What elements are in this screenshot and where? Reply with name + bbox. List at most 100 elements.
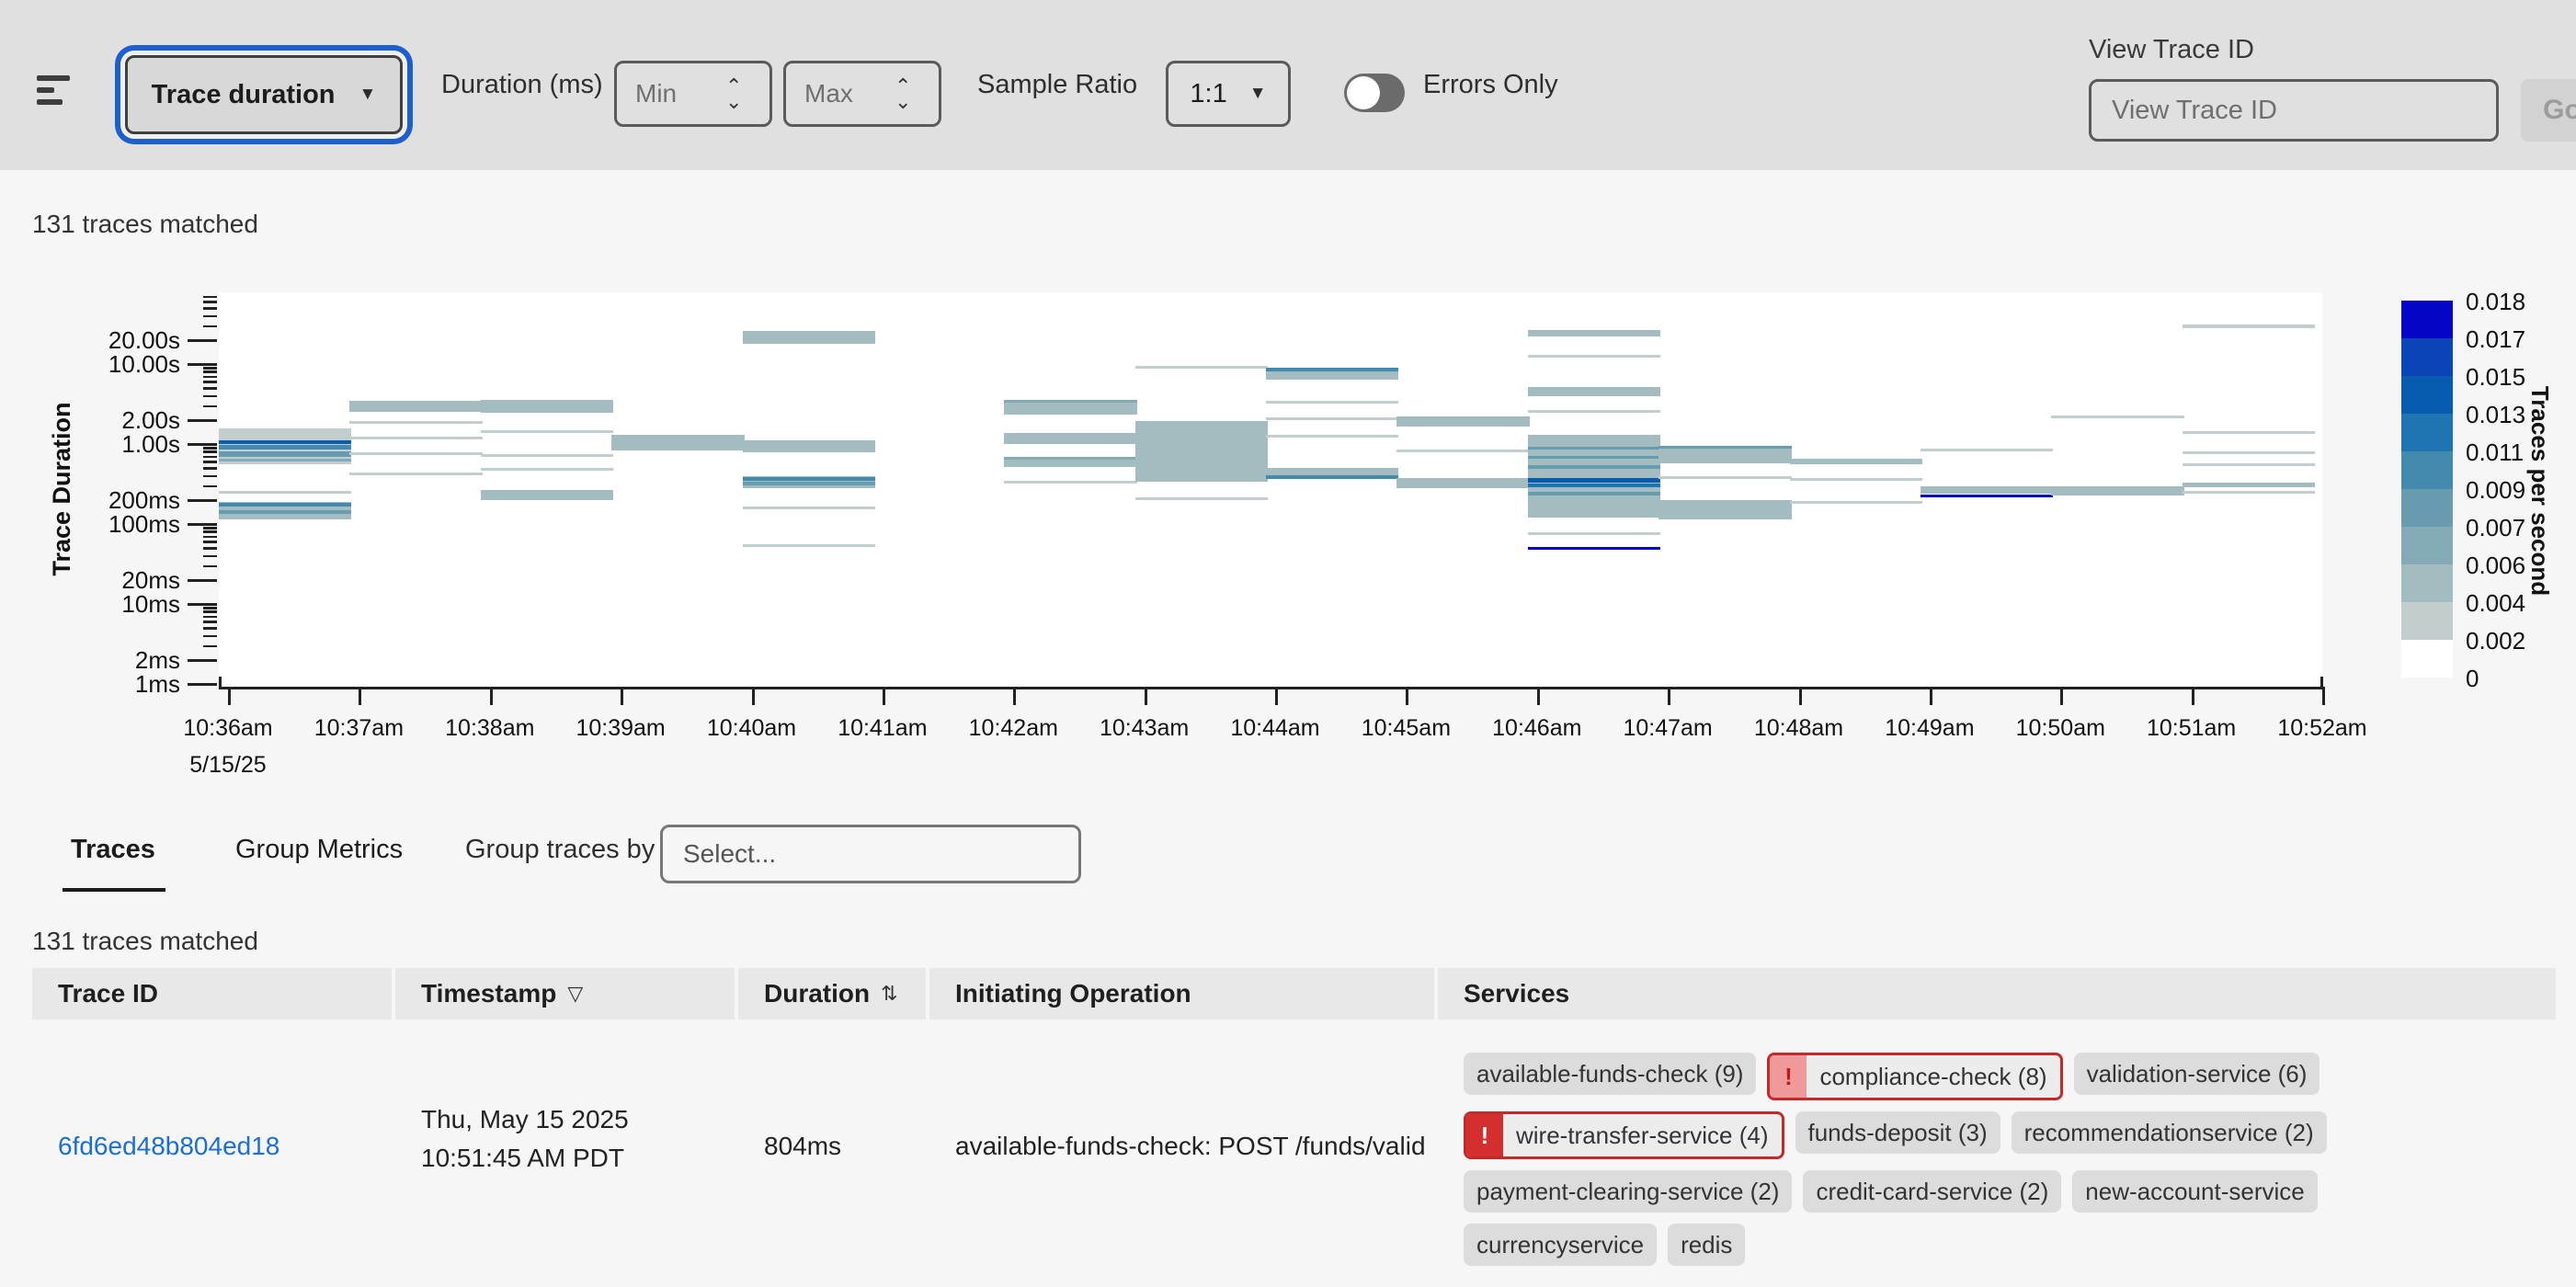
heatmap-cell[interactable]: [1135, 497, 1268, 500]
tab-group-metrics[interactable]: Group Metrics: [235, 835, 403, 865]
service-chip[interactable]: credit-card-service (2): [1803, 1170, 2061, 1213]
heatmap-cell[interactable]: [743, 331, 875, 344]
heatmap-cell[interactable]: [2183, 451, 2315, 454]
sort-both-icon[interactable]: ⇅: [881, 968, 897, 1019]
heatmap-cell[interactable]: [1528, 532, 1660, 535]
heatmap-cell[interactable]: [2183, 483, 2315, 487]
heatmap-cell[interactable]: [1528, 410, 1660, 413]
heatmap-cell[interactable]: [1528, 492, 1660, 495]
service-chip[interactable]: payment-clearing-service (2): [1464, 1170, 1792, 1213]
heatmap-cell[interactable]: [743, 440, 875, 452]
heatmap-cell[interactable]: [1528, 447, 1660, 450]
heatmap-cell[interactable]: [1790, 501, 1922, 504]
service-chip[interactable]: redis: [1668, 1224, 1745, 1266]
heatmap-cell[interactable]: [2051, 486, 2183, 496]
heatmap-cell[interactable]: [481, 430, 613, 433]
heatmap-cell[interactable]: [611, 435, 744, 450]
duration-max-input[interactable]: [786, 78, 895, 109]
max-stepper-arrows[interactable]: ⌃ ⌄: [895, 78, 911, 109]
heatmap-cell[interactable]: [2051, 416, 2183, 418]
heatmap-cell[interactable]: [219, 503, 351, 507]
heatmap-cell[interactable]: [219, 451, 351, 457]
heatmap-cell[interactable]: [349, 452, 482, 455]
heatmap-cell[interactable]: [1658, 500, 1791, 519]
heatmap-cell[interactable]: [1266, 401, 1398, 404]
filter-menu-icon[interactable]: [37, 75, 74, 108]
heatmap-cell[interactable]: [1528, 387, 1660, 396]
heatmap-cell[interactable]: [743, 477, 875, 481]
min-stepper-arrows[interactable]: ⌃ ⌄: [725, 78, 742, 109]
heatmap-cell[interactable]: [481, 468, 613, 471]
heatmap-cell[interactable]: [349, 437, 482, 439]
service-chip[interactable]: recommendationservice (2): [2012, 1111, 2327, 1154]
heatmap-cell[interactable]: [1921, 495, 2053, 497]
heatmap-cell[interactable]: [1528, 478, 1660, 483]
heatmap-cell[interactable]: [2183, 431, 2315, 434]
heatmap-cell[interactable]: [349, 473, 482, 475]
heatmap-cell[interactable]: [743, 482, 875, 485]
service-chip[interactable]: currencyservice: [1464, 1224, 1657, 1266]
duration-min-input[interactable]: [617, 78, 725, 109]
heatmap-cell[interactable]: [1528, 484, 1660, 487]
heatmap-cell[interactable]: [219, 459, 351, 462]
heatmap-cell[interactable]: [481, 400, 613, 414]
col-header-duration[interactable]: Duration ⇅: [738, 968, 926, 1019]
heatmap-cell[interactable]: [1528, 547, 1660, 550]
sample-ratio-dropdown[interactable]: 1:1 ▼: [1166, 61, 1291, 127]
heatmap-cell[interactable]: [2183, 463, 2315, 466]
heatmap-cell[interactable]: [219, 491, 351, 494]
trace-id-link[interactable]: 6fd6ed48b804ed18: [58, 1132, 279, 1161]
view-trace-id-input[interactable]: [2089, 79, 2499, 142]
col-header-timestamp[interactable]: Timestamp ▽: [395, 968, 735, 1019]
heatmap-cell[interactable]: [743, 507, 875, 509]
heatmap-cell[interactable]: [743, 544, 875, 548]
heatmap-cell[interactable]: [1790, 478, 1922, 481]
heatmap-cell[interactable]: [1396, 416, 1529, 427]
service-chip[interactable]: new-account-service: [2072, 1170, 2317, 1213]
heatmap-cell[interactable]: [349, 421, 482, 424]
heatmap-cell[interactable]: [1528, 465, 1660, 469]
heatmap-cell[interactable]: [1396, 478, 1529, 488]
heatmap-cell[interactable]: [1528, 355, 1660, 358]
heatmap-cell[interactable]: [481, 454, 613, 457]
service-chip[interactable]: validation-service (6): [2074, 1053, 2320, 1095]
sort-desc-icon[interactable]: ▽: [567, 968, 583, 1019]
heatmap-cell[interactable]: [1004, 433, 1136, 444]
service-chip[interactable]: funds-deposit (3): [1795, 1111, 2000, 1154]
heatmap-cell[interactable]: [2183, 491, 2315, 494]
heatmap-cell[interactable]: [481, 490, 613, 500]
heatmap-cell[interactable]: [1658, 476, 1791, 479]
errors-only-toggle[interactable]: [1344, 74, 1405, 112]
service-chip[interactable]: available-funds-check (9): [1464, 1053, 1756, 1095]
heatmap-cell[interactable]: [1921, 486, 2053, 494]
heatmap-cell[interactable]: [1528, 456, 1660, 459]
query-type-dropdown[interactable]: Trace duration ▼: [125, 55, 403, 134]
heatmap-cell[interactable]: [219, 510, 351, 514]
heatmap-cell[interactable]: [1266, 468, 1398, 475]
heatmap-cells-layer[interactable]: [219, 292, 2322, 687]
heatmap-cell[interactable]: [219, 440, 351, 444]
col-header-services[interactable]: Services: [1438, 968, 2556, 1019]
heatmap-cell[interactable]: [349, 401, 482, 413]
service-chip[interactable]: !compliance-check (8): [1767, 1053, 2062, 1100]
heatmap-cell[interactable]: [2183, 325, 2315, 328]
service-chip[interactable]: !wire-transfer-service (4): [1464, 1111, 1784, 1159]
go-button[interactable]: Go: [2521, 79, 2576, 142]
heatmap-cell[interactable]: [1266, 435, 1398, 438]
col-header-initiating-operation[interactable]: Initiating Operation: [929, 968, 1434, 1019]
heatmap-cell[interactable]: [1266, 371, 1398, 380]
heatmap-cell[interactable]: [1266, 475, 1398, 478]
col-header-trace-id[interactable]: Trace ID: [32, 968, 392, 1019]
heatmap-cell[interactable]: [1921, 449, 2053, 451]
heatmap-cell[interactable]: [1004, 481, 1136, 484]
tab-traces[interactable]: Traces: [71, 835, 155, 865]
heatmap-cell[interactable]: [1135, 366, 1268, 369]
heatmap-cell[interactable]: [1396, 450, 1529, 452]
heatmap-cell[interactable]: [219, 445, 351, 450]
heatmap-cell[interactable]: [1658, 449, 1791, 463]
heatmap-cell[interactable]: [1135, 421, 1268, 482]
heatmap-cell[interactable]: [1266, 417, 1398, 420]
group-by-select[interactable]: [660, 825, 1081, 883]
heatmap-cell[interactable]: [1004, 457, 1136, 460]
heatmap-cell[interactable]: [1528, 330, 1660, 337]
